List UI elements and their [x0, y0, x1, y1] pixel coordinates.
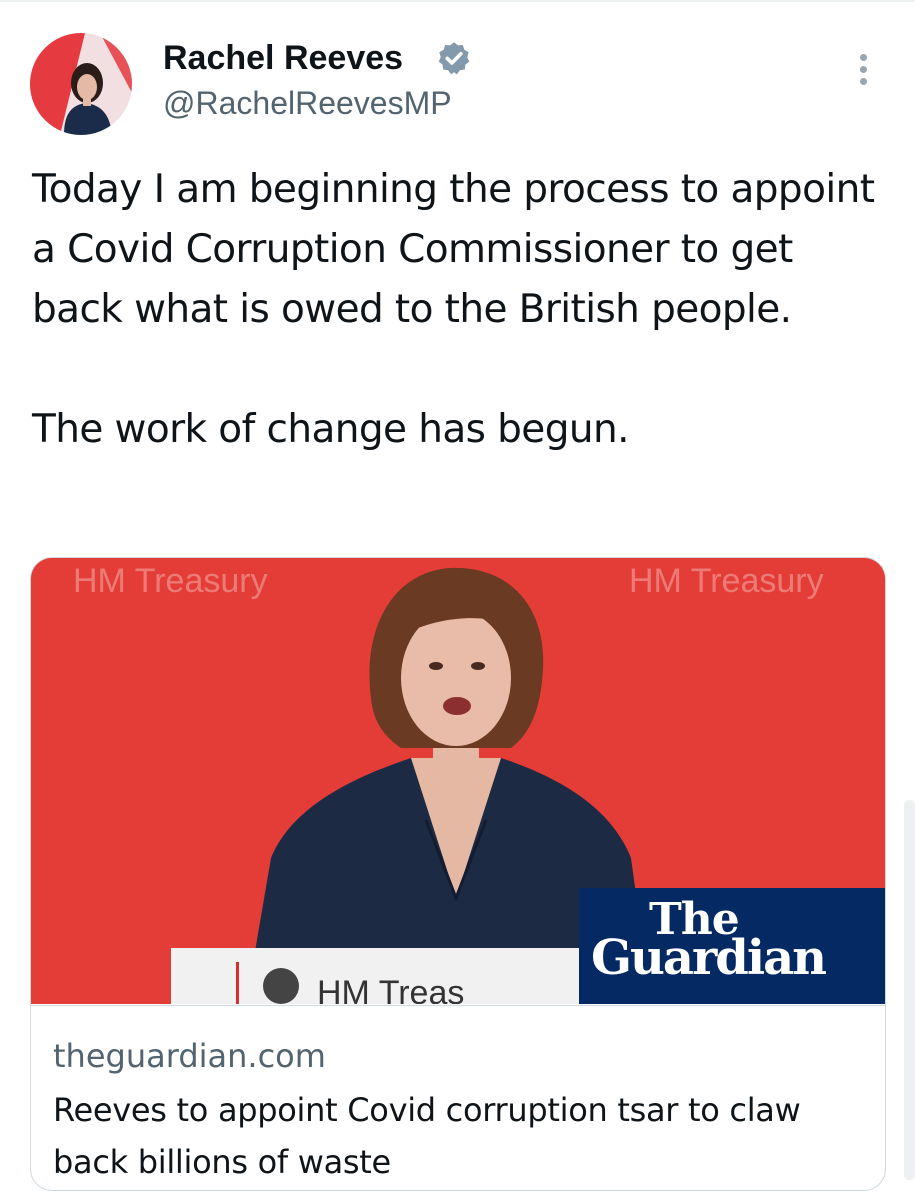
author-handle[interactable]: @RachelReevesMP [163, 81, 452, 125]
author-name[interactable]: Rachel Reeves [163, 36, 403, 80]
guardian-logo: The Guardian [579, 888, 885, 1004]
scrollbar[interactable] [904, 800, 915, 1180]
watermark-left: HM Treasury [73, 562, 268, 600]
podium-text: HM Treas [317, 974, 464, 1004]
verified-badge-icon [438, 42, 470, 75]
card-domain: theguardian.com [53, 1037, 326, 1075]
more-options-icon[interactable] [848, 54, 878, 94]
guardian-logo-name: Guardian [591, 930, 827, 986]
watermark-right: HM Treasury [629, 562, 824, 600]
avatar-image [30, 33, 132, 135]
card-footer[interactable]: theguardian.com Reeves to appoint Covid … [31, 1005, 885, 1190]
link-preview-card[interactable]: HM Treas HM Treasury HM Treasury The Gua… [30, 557, 886, 1191]
tweet-paragraph-1: Today I am beginning the process to appo… [32, 167, 875, 332]
tweet-text: Today I am beginning the process to appo… [32, 160, 892, 460]
top-divider [0, 0, 915, 2]
card-image[interactable]: HM Treas HM Treasury HM Treasury The Gua… [31, 558, 885, 1004]
card-headline: Reeves to appoint Covid corruption tsar … [53, 1091, 801, 1181]
author-avatar[interactable] [30, 33, 132, 135]
tweet-paragraph-2: The work of change has begun. [32, 407, 629, 452]
